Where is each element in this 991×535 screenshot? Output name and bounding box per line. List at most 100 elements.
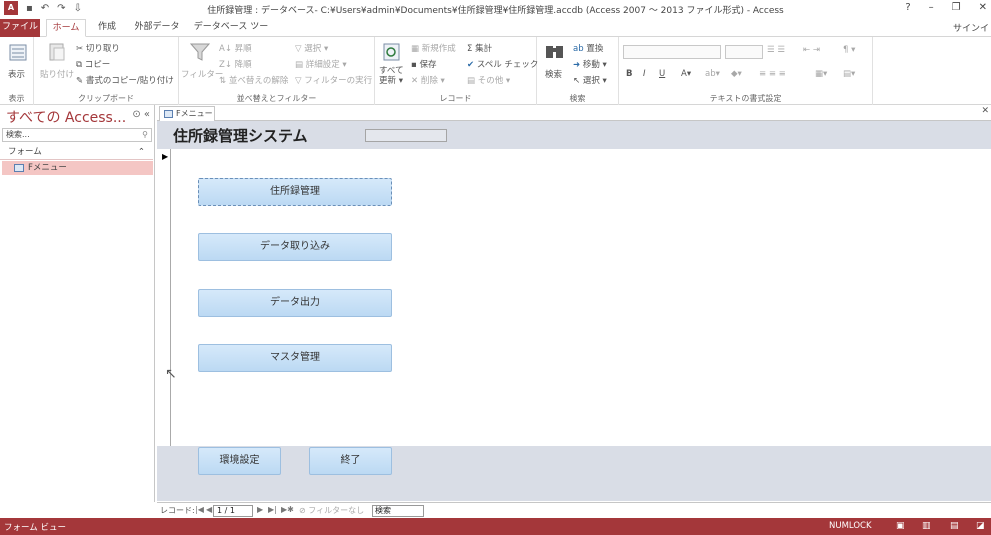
address-book-button[interactable]: 住所録管理	[198, 178, 392, 206]
settings-button[interactable]: 環境設定	[198, 447, 281, 475]
form-icon	[14, 164, 24, 172]
alt-row-color-icon[interactable]: ▤▾	[843, 69, 855, 79]
new-record-nav-icon[interactable]: ▶✱	[281, 505, 294, 514]
select-button[interactable]: ↖ 選択 ▾	[573, 74, 607, 86]
delete-record-button[interactable]: ✕ 削除 ▾	[411, 74, 445, 86]
spelling-button[interactable]: ✔ スペル チェック	[467, 58, 538, 70]
view-button[interactable]: 表示	[8, 68, 25, 80]
form-title: 住所録管理システム	[173, 127, 308, 145]
close-document-icon[interactable]: ✕	[981, 106, 989, 116]
totals-button[interactable]: Σ 集計	[467, 42, 492, 54]
goto-button[interactable]: ➜ 移動 ▾	[573, 58, 607, 70]
text-direction-icon[interactable]: ¶ ▾	[843, 45, 855, 55]
font-color-icon: A▾	[681, 69, 692, 79]
design-view-icon[interactable]: ◪	[976, 521, 985, 531]
group-label-text-format: テキストの書式設定	[709, 94, 782, 103]
refresh-all-button[interactable]: すべて更新 ▾	[379, 66, 407, 86]
spelling-check-icon: ✔	[467, 60, 477, 70]
gridlines-button-icon[interactable]: ▦▾	[815, 69, 827, 79]
record-selector[interactable]: ▶	[157, 149, 171, 446]
data-import-button[interactable]: データ取り込み	[198, 233, 392, 261]
filter-button[interactable]: フィルター	[181, 68, 223, 80]
tab-file[interactable]: ファイル	[0, 19, 40, 37]
record-search-input[interactable]: 検索	[372, 505, 424, 517]
nav-item-fmenu[interactable]: Fメニュー	[2, 161, 153, 175]
mouse-cursor-icon: ↖	[165, 366, 177, 382]
nav-menu-collapse-icon[interactable]: ⊙ «	[132, 109, 150, 120]
font-name-combo[interactable]	[623, 45, 721, 59]
goto-arrow-icon: ➜	[573, 60, 583, 70]
list-buttons-icon[interactable]: ☰ ☰	[767, 45, 785, 55]
search-icon[interactable]: ⚲	[142, 129, 148, 141]
nav-item-label: Fメニュー	[28, 163, 67, 173]
nav-title: すべての Access...	[6, 110, 127, 126]
fill-color-button[interactable]: ◆▾	[731, 69, 742, 79]
italic-button[interactable]: I	[643, 69, 646, 79]
master-management-button[interactable]: マスタ管理	[198, 344, 392, 372]
clear-sort-button[interactable]: ⇅ 並べ替えの解除	[219, 74, 288, 86]
tab-database-tools[interactable]: データベース ツール	[190, 19, 272, 49]
datasheet-view-icon[interactable]: ▥	[922, 521, 931, 531]
window-title: 住所録管理 : データベース- C:¥Users¥admin¥Documents…	[207, 6, 784, 16]
more-button[interactable]: ▤ その他 ▾	[467, 74, 510, 86]
indent-buttons-icon[interactable]: ⇤ ⇥	[803, 45, 820, 55]
align-buttons-icon[interactable]: ≡ ≡ ≡	[759, 69, 786, 79]
find-binoculars-icon	[546, 46, 563, 58]
paste-button[interactable]: 貼り付け	[40, 68, 74, 80]
advanced-filter-label: 詳細設定 ▾	[305, 60, 347, 70]
view-status: フォーム ビュー	[4, 523, 66, 533]
toggle-filter-button[interactable]: ▽ フィルターの実行	[295, 74, 372, 86]
restore-button[interactable]: ❐	[952, 2, 961, 13]
filter-icon	[189, 43, 211, 61]
find-button[interactable]: 検索	[545, 68, 562, 80]
minimize-button[interactable]: –	[929, 2, 934, 13]
highlight-button[interactable]: ab▾	[705, 69, 720, 79]
help-button[interactable]: ?	[905, 2, 910, 13]
group-label-find: 検索	[569, 94, 586, 103]
exit-button[interactable]: 終了	[309, 447, 392, 475]
fill-color-icon: ◆▾	[731, 69, 742, 79]
document-tab-fmenu[interactable]: Fメニュー	[159, 106, 215, 122]
cut-button[interactable]: ✂ 切り取り	[76, 42, 120, 54]
data-export-button[interactable]: データ出力	[198, 289, 392, 317]
selection-filter-button[interactable]: ▽ 選択 ▾	[295, 42, 328, 54]
tab-home[interactable]: ホーム	[46, 19, 86, 37]
underline-button[interactable]: U	[659, 69, 665, 79]
filter-status-button[interactable]: ⊘ フィルターなし	[299, 505, 364, 516]
format-painter-button[interactable]: ✎ 書式のコピー/貼り付け	[76, 74, 174, 86]
selection-filter-icon: ▽	[295, 44, 305, 54]
save-record-label: 保存	[419, 60, 437, 70]
tab-create[interactable]: 作成	[92, 19, 122, 37]
sort-ascending-button[interactable]: A↓ 昇順	[219, 42, 252, 54]
current-record-input[interactable]: 1 / 1	[213, 505, 253, 517]
last-record-icon[interactable]: ▶|	[268, 505, 277, 514]
copy-button[interactable]: ⧉ コピー	[76, 58, 110, 70]
header-textbox[interactable]	[365, 129, 447, 142]
next-record-icon[interactable]: ▶	[257, 505, 263, 514]
nav-search-input[interactable]: 検索... ⚲	[2, 128, 152, 142]
font-color-button[interactable]: A▾	[681, 69, 691, 79]
nav-group-forms[interactable]: フォーム ⌃	[0, 146, 153, 160]
replace-icon: ab	[573, 44, 587, 54]
bold-button[interactable]: B	[626, 69, 632, 79]
toggle-filter-label: フィルターの実行	[304, 76, 373, 86]
form-view-icon[interactable]: ▣	[896, 521, 905, 531]
sort-asc-icon: A↓	[219, 44, 235, 54]
save-record-button[interactable]: ▪ 保存	[411, 58, 436, 70]
sort-desc-icon: Z↓	[219, 60, 235, 70]
advanced-filter-button[interactable]: ▤ 詳細設定 ▾	[295, 58, 347, 70]
format-painter-icon: ✎	[76, 76, 86, 86]
first-record-icon[interactable]: |◀	[195, 505, 204, 514]
close-button[interactable]: ✕	[979, 2, 987, 13]
sort-descending-button[interactable]: Z↓ 降順	[219, 58, 252, 70]
tab-external-data[interactable]: 外部データ	[130, 19, 184, 37]
layout-view-icon[interactable]: ▤	[950, 521, 959, 531]
sign-in-link[interactable]: サインイ	[953, 21, 989, 34]
font-size-combo[interactable]	[725, 45, 763, 59]
cut-label: 切り取り	[85, 44, 120, 54]
chevron-up-icon[interactable]: ⌃	[138, 146, 145, 159]
new-record-button[interactable]: ▦ 新規作成	[411, 42, 456, 54]
nav-header[interactable]: すべての Access... ⊙ «	[0, 105, 154, 127]
prev-record-icon[interactable]: ◀	[206, 505, 212, 514]
replace-button[interactable]: ab 置換	[573, 42, 603, 54]
